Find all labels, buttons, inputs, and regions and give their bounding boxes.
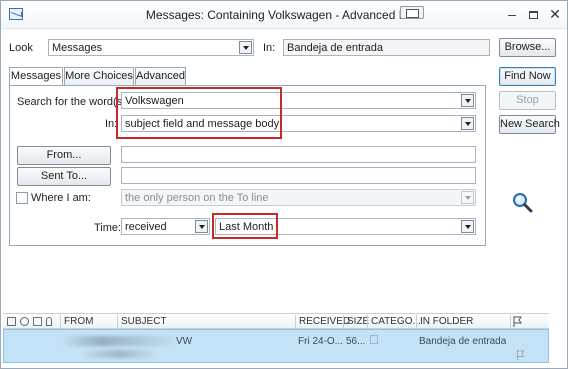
where-i-am-checkbox[interactable] (16, 192, 28, 204)
tab-messages[interactable]: Messages (9, 67, 63, 86)
search-words-label: Search for the word(s): (17, 96, 129, 108)
subject-cell: VW (176, 336, 193, 347)
look-select[interactable]: Messages (48, 39, 254, 56)
where-i-am-value: the only person on the To line (125, 192, 269, 204)
from-button[interactable]: From... (17, 146, 111, 165)
tab-more-choices[interactable]: More Choices (64, 67, 134, 85)
chevron-down-icon[interactable] (239, 41, 252, 54)
chevron-down-icon[interactable] (195, 220, 208, 233)
look-label: Look (9, 42, 33, 54)
time-type-value: received (125, 221, 167, 233)
received-cell: Fri 24-O... (298, 336, 344, 347)
title-bar: Messages: Containing Volkswagen - Advanc… (1, 1, 567, 29)
results-list: FROM SUBJECT RECEIVED SIZE CATEGO... IN … (3, 313, 549, 369)
in-folder-label: In: (263, 42, 276, 54)
chevron-down-icon[interactable] (461, 94, 474, 107)
attachment-column-icon[interactable] (46, 317, 52, 326)
find-now-button[interactable]: Find Now (499, 67, 556, 86)
maximize-button[interactable] (522, 5, 544, 23)
column-header-categories[interactable]: CATEGO... (368, 315, 421, 329)
minimize-button[interactable]: – (501, 5, 523, 23)
highlight-box-time (212, 213, 278, 239)
importance-column-icon[interactable] (7, 317, 16, 326)
in-folder-value: Bandeja de entrada (287, 42, 384, 54)
flag-column-icon[interactable] (513, 316, 523, 327)
column-separator (510, 315, 511, 328)
column-header-from[interactable]: FROM (61, 315, 93, 329)
category-icon (370, 335, 378, 344)
folder-cell: Bandeja de entrada (419, 336, 507, 347)
time-label: Time: (94, 222, 122, 234)
where-i-am-label: Where I am: (31, 192, 91, 204)
from-cell-redacted (84, 350, 154, 358)
magnifier-icon (513, 193, 533, 213)
column-header-received[interactable]: RECEIVED (296, 315, 350, 329)
highlight-box-search (116, 87, 282, 139)
look-value: Messages (52, 42, 103, 54)
chevron-down-icon[interactable] (461, 191, 474, 204)
browse-button[interactable]: Browse... (499, 38, 556, 57)
flag-icon[interactable] (516, 350, 526, 360)
tab-advanced[interactable]: Advanced (135, 67, 186, 85)
results-header: FROM SUBJECT RECEIVED SIZE CATEGO... IN … (3, 313, 549, 329)
from-cell-redacted (64, 336, 174, 346)
time-type-select[interactable]: received (121, 218, 210, 235)
column-header-subject[interactable]: SUBJECT (118, 315, 167, 329)
column-header-in-folder[interactable]: IN FOLDER (417, 315, 473, 329)
size-cell: 56... (346, 336, 366, 347)
reminder-column-icon[interactable] (20, 317, 29, 326)
maximize-icon (528, 11, 538, 19)
new-search-button[interactable]: New Search (499, 115, 560, 134)
stop-button[interactable]: Stop (499, 91, 556, 110)
sent-to-button[interactable]: Sent To... (17, 167, 111, 186)
window-switch-icon[interactable] (400, 6, 424, 19)
from-input[interactable] (121, 146, 476, 163)
where-i-am-select[interactable]: the only person on the To line (121, 189, 476, 206)
column-header-size[interactable]: SIZE (344, 315, 369, 329)
chevron-down-icon[interactable] (461, 220, 474, 233)
in-folder-field: Bandeja de entrada (283, 39, 490, 56)
advanced-find-window: Messages: Containing Volkswagen - Advanc… (0, 0, 568, 369)
close-button[interactable]: ✕ (544, 5, 566, 23)
chevron-down-icon[interactable] (461, 117, 474, 130)
window-title: Messages: Containing Volkswagen - Advanc… (145, 8, 423, 22)
item-type-column-icon[interactable] (33, 317, 42, 326)
sent-to-input[interactable] (121, 167, 476, 184)
table-row[interactable]: VW Fri 24-O... 56... Bandeja de entrada (3, 329, 549, 363)
